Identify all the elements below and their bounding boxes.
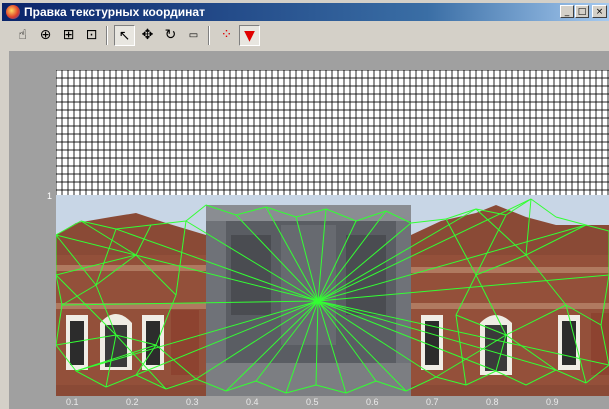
zoom-window-button[interactable]: ⊞: [58, 25, 79, 46]
zoom-extents-icon: ⊡: [85, 27, 98, 43]
facade-photo: [56, 195, 609, 396]
points-mode-icon: ⁘: [220, 27, 233, 43]
zoom-in-icon: ⊕: [39, 27, 52, 43]
y-axis-label: 1: [47, 191, 53, 201]
uv-grid-area: [56, 70, 609, 195]
rotate-tool-button[interactable]: ↻: [160, 25, 181, 46]
toolbar: ☝ ⊕ ⊞ ⊡ ↖ ✥ ↻ ▭ ⁘ ▼: [2, 22, 609, 49]
app-icon: [6, 5, 20, 19]
x-tick-label: 0.8: [486, 397, 499, 407]
select-tool-button[interactable]: ↖: [114, 25, 135, 46]
move-tool-button[interactable]: ✥: [137, 25, 158, 46]
x-tick-label: 0.3: [186, 397, 199, 407]
texture-coordinates-window: Правка текстурных координат _ □ × ☝ ⊕ ⊞ …: [0, 0, 609, 409]
scale-tool-button[interactable]: ▭: [183, 25, 204, 46]
x-tick-label: 0.4: [246, 397, 259, 407]
zoom-window-icon: ⊞: [62, 27, 75, 43]
select-arrow-icon: ↖: [118, 28, 131, 44]
x-tick-label: 0.9: [546, 397, 559, 407]
toolbar-separator: [106, 26, 108, 45]
x-tick-label: 0.5: [306, 397, 319, 407]
x-tick-label: 0.1: [66, 397, 79, 407]
vertex-select-icon: ▼: [244, 28, 255, 44]
zoom-in-button[interactable]: ⊕: [35, 25, 56, 46]
vertex-select-button[interactable]: ▼: [239, 25, 260, 46]
texture-image: [56, 195, 609, 396]
zoom-extents-button[interactable]: ⊡: [81, 25, 102, 46]
x-tick-label: 0.7: [426, 397, 439, 407]
minimize-button[interactable]: _: [560, 5, 574, 18]
title-bar[interactable]: Правка текстурных координат _ □ ×: [2, 3, 609, 21]
rotate-icon: ↻: [164, 27, 177, 43]
pan-tool-icon: ☝: [18, 27, 27, 43]
x-tick-label: 0.6: [366, 397, 379, 407]
move-icon: ✥: [141, 27, 154, 43]
scale-icon: ▭: [188, 30, 199, 41]
toolbar-separator: [208, 26, 210, 45]
pan-tool-button[interactable]: ☝: [12, 25, 33, 46]
x-axis: 0.1 0.2 0.3 0.4 0.5 0.6 0.7 0.8 0.9: [9, 396, 609, 409]
window-title: Правка текстурных координат: [24, 5, 205, 19]
points-mode-button[interactable]: ⁘: [216, 25, 237, 46]
x-tick-label: 0.2: [126, 397, 139, 407]
uv-editor-canvas[interactable]: 1 0.1 0.2 0.3 0.4 0.5 0.6 0.7 0.8 0.9: [9, 51, 609, 409]
close-button[interactable]: ×: [592, 5, 607, 18]
uv-grid: [56, 70, 609, 195]
maximize-button[interactable]: □: [575, 5, 589, 18]
